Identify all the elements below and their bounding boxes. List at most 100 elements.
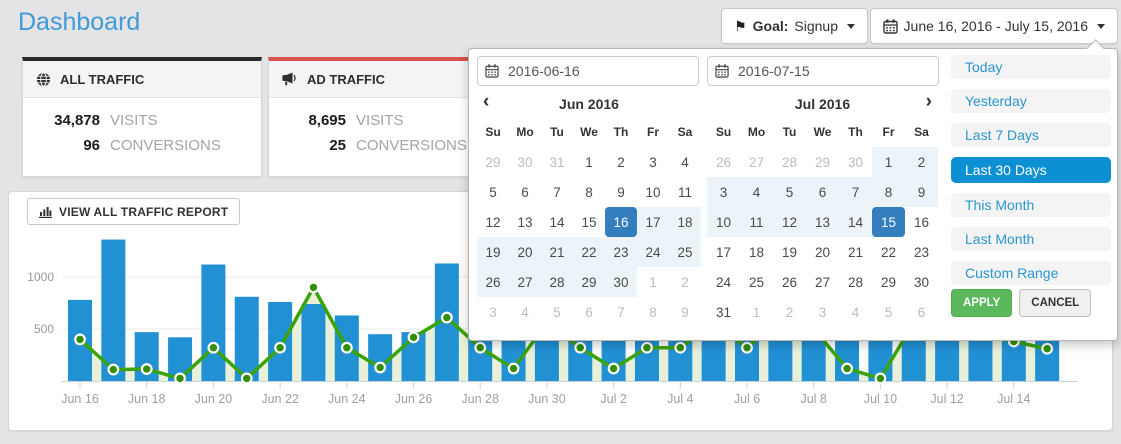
calendar-day[interactable]: 1 — [637, 267, 669, 297]
calendar-day[interactable]: 22 — [573, 237, 605, 267]
conversions-point[interactable] — [375, 363, 385, 373]
calendar-day[interactable]: 20 — [509, 237, 541, 267]
calendar-day[interactable]: 29 — [872, 267, 905, 297]
conversions-point[interactable] — [575, 343, 585, 353]
calendar-day[interactable]: 23 — [905, 237, 938, 267]
calendar-day[interactable]: 22 — [872, 237, 905, 267]
calendar-day[interactable]: 2 — [773, 297, 806, 327]
calendar-day[interactable]: 29 — [573, 267, 605, 297]
calendar-day[interactable]: 25 — [740, 267, 773, 297]
conversions-point[interactable] — [742, 343, 752, 353]
view-all-traffic-report-button[interactable]: VIEW ALL TRAFFIC REPORT — [27, 198, 240, 225]
visits-bar[interactable] — [268, 302, 292, 381]
conversions-point[interactable] — [475, 343, 485, 353]
end-date-input[interactable] — [707, 56, 939, 86]
calendar-day[interactable]: 4 — [740, 177, 773, 207]
calendar-day[interactable]: 9 — [905, 177, 938, 207]
calendar-day-selected[interactable]: 15 — [872, 207, 905, 237]
calendar-day[interactable]: 11 — [669, 177, 701, 207]
calendar-day-selected[interactable]: 16 — [605, 207, 637, 237]
calendar-day[interactable]: 21 — [541, 237, 573, 267]
conversions-point[interactable] — [209, 343, 219, 353]
calendar-day[interactable]: 9 — [669, 297, 701, 327]
calendar-day[interactable]: 9 — [605, 177, 637, 207]
conversions-point[interactable] — [142, 364, 152, 374]
calendar-day[interactable]: 27 — [740, 147, 773, 177]
conversions-point[interactable] — [842, 364, 852, 374]
calendar-day[interactable]: 6 — [806, 177, 839, 207]
calendar-day[interactable]: 31 — [707, 297, 740, 327]
calendar-day[interactable]: 18 — [740, 237, 773, 267]
calendar-day[interactable]: 10 — [637, 177, 669, 207]
conversions-point[interactable] — [676, 343, 686, 353]
calendar-day[interactable]: 11 — [740, 207, 773, 237]
calendar-day[interactable]: 29 — [477, 147, 509, 177]
calendar-day[interactable]: 17 — [637, 207, 669, 237]
conversions-point[interactable] — [642, 343, 652, 353]
calendar-day[interactable]: 7 — [839, 177, 872, 207]
calendar-day[interactable]: 30 — [605, 267, 637, 297]
range-today[interactable]: Today — [951, 55, 1111, 79]
calendar-day[interactable]: 20 — [806, 237, 839, 267]
calendar-day[interactable]: 4 — [839, 297, 872, 327]
calendar-day[interactable]: 6 — [509, 177, 541, 207]
calendar-day[interactable]: 21 — [839, 237, 872, 267]
start-date-input[interactable] — [477, 56, 699, 86]
calendar-day[interactable]: 5 — [872, 297, 905, 327]
conversions-point[interactable] — [109, 365, 119, 375]
calendar-day[interactable]: 30 — [839, 147, 872, 177]
apply-button[interactable]: APPLY — [951, 289, 1012, 317]
calendar-day[interactable]: 2 — [905, 147, 938, 177]
conversions-point[interactable] — [1042, 344, 1052, 354]
range-last-month[interactable]: Last Month — [951, 227, 1111, 251]
calendar-day[interactable]: 7 — [541, 177, 573, 207]
range-custom-range[interactable]: Custom Range — [951, 261, 1111, 285]
calendar-day[interactable]: 3 — [477, 297, 509, 327]
conversions-point[interactable] — [509, 364, 519, 374]
calendar-day[interactable]: 1 — [872, 147, 905, 177]
visits-bar[interactable] — [301, 304, 325, 381]
calendar-day[interactable]: 8 — [637, 297, 669, 327]
visits-bar[interactable] — [201, 265, 225, 381]
calendar-day[interactable]: 31 — [541, 147, 573, 177]
calendar-day[interactable]: 2 — [605, 147, 637, 177]
conversions-point[interactable] — [75, 335, 85, 345]
calendar-day[interactable]: 25 — [669, 237, 701, 267]
calendar-day[interactable]: 13 — [806, 207, 839, 237]
conversions-point[interactable] — [409, 333, 419, 343]
calendar-day[interactable]: 24 — [637, 237, 669, 267]
calendar-day[interactable]: 8 — [573, 177, 605, 207]
calendar-day[interactable]: 23 — [605, 237, 637, 267]
calendar-day[interactable]: 30 — [905, 267, 938, 297]
calendar-day[interactable]: 1 — [740, 297, 773, 327]
conversions-point[interactable] — [342, 343, 352, 353]
calendar-day[interactable]: 12 — [773, 207, 806, 237]
calendar-day[interactable]: 5 — [773, 177, 806, 207]
calendar-day[interactable]: 19 — [477, 237, 509, 267]
goal-dropdown-button[interactable]: ⚑ Goal: Signup — [721, 8, 868, 44]
range-this-month[interactable]: This Month — [951, 193, 1111, 217]
calendar-day[interactable]: 4 — [509, 297, 541, 327]
prev-month-button[interactable]: ‹ — [477, 89, 495, 115]
calendar-day[interactable]: 1 — [573, 147, 605, 177]
calendar-day[interactable]: 18 — [669, 207, 701, 237]
range-last-7-days[interactable]: Last 7 Days — [951, 123, 1111, 147]
calendar-day[interactable]: 24 — [707, 267, 740, 297]
calendar-day[interactable]: 19 — [773, 237, 806, 267]
calendar-day[interactable]: 14 — [839, 207, 872, 237]
cancel-button[interactable]: CANCEL — [1019, 289, 1091, 317]
conversions-point[interactable] — [242, 374, 252, 384]
calendar-day[interactable]: 5 — [477, 177, 509, 207]
calendar-day[interactable]: 3 — [707, 177, 740, 207]
conversions-point[interactable] — [876, 374, 886, 384]
date-range-button[interactable]: June 16, 2016 - July 15, 2016 — [870, 8, 1118, 44]
conversions-point[interactable] — [309, 283, 319, 293]
calendar-day[interactable]: 2 — [669, 267, 701, 297]
calendar-day[interactable]: 28 — [839, 267, 872, 297]
calendar-day[interactable]: 8 — [872, 177, 905, 207]
next-month-button[interactable]: › — [920, 89, 938, 115]
conversions-point[interactable] — [442, 313, 452, 323]
calendar-day[interactable]: 12 — [477, 207, 509, 237]
calendar-day[interactable]: 26 — [707, 147, 740, 177]
calendar-day[interactable]: 28 — [773, 147, 806, 177]
